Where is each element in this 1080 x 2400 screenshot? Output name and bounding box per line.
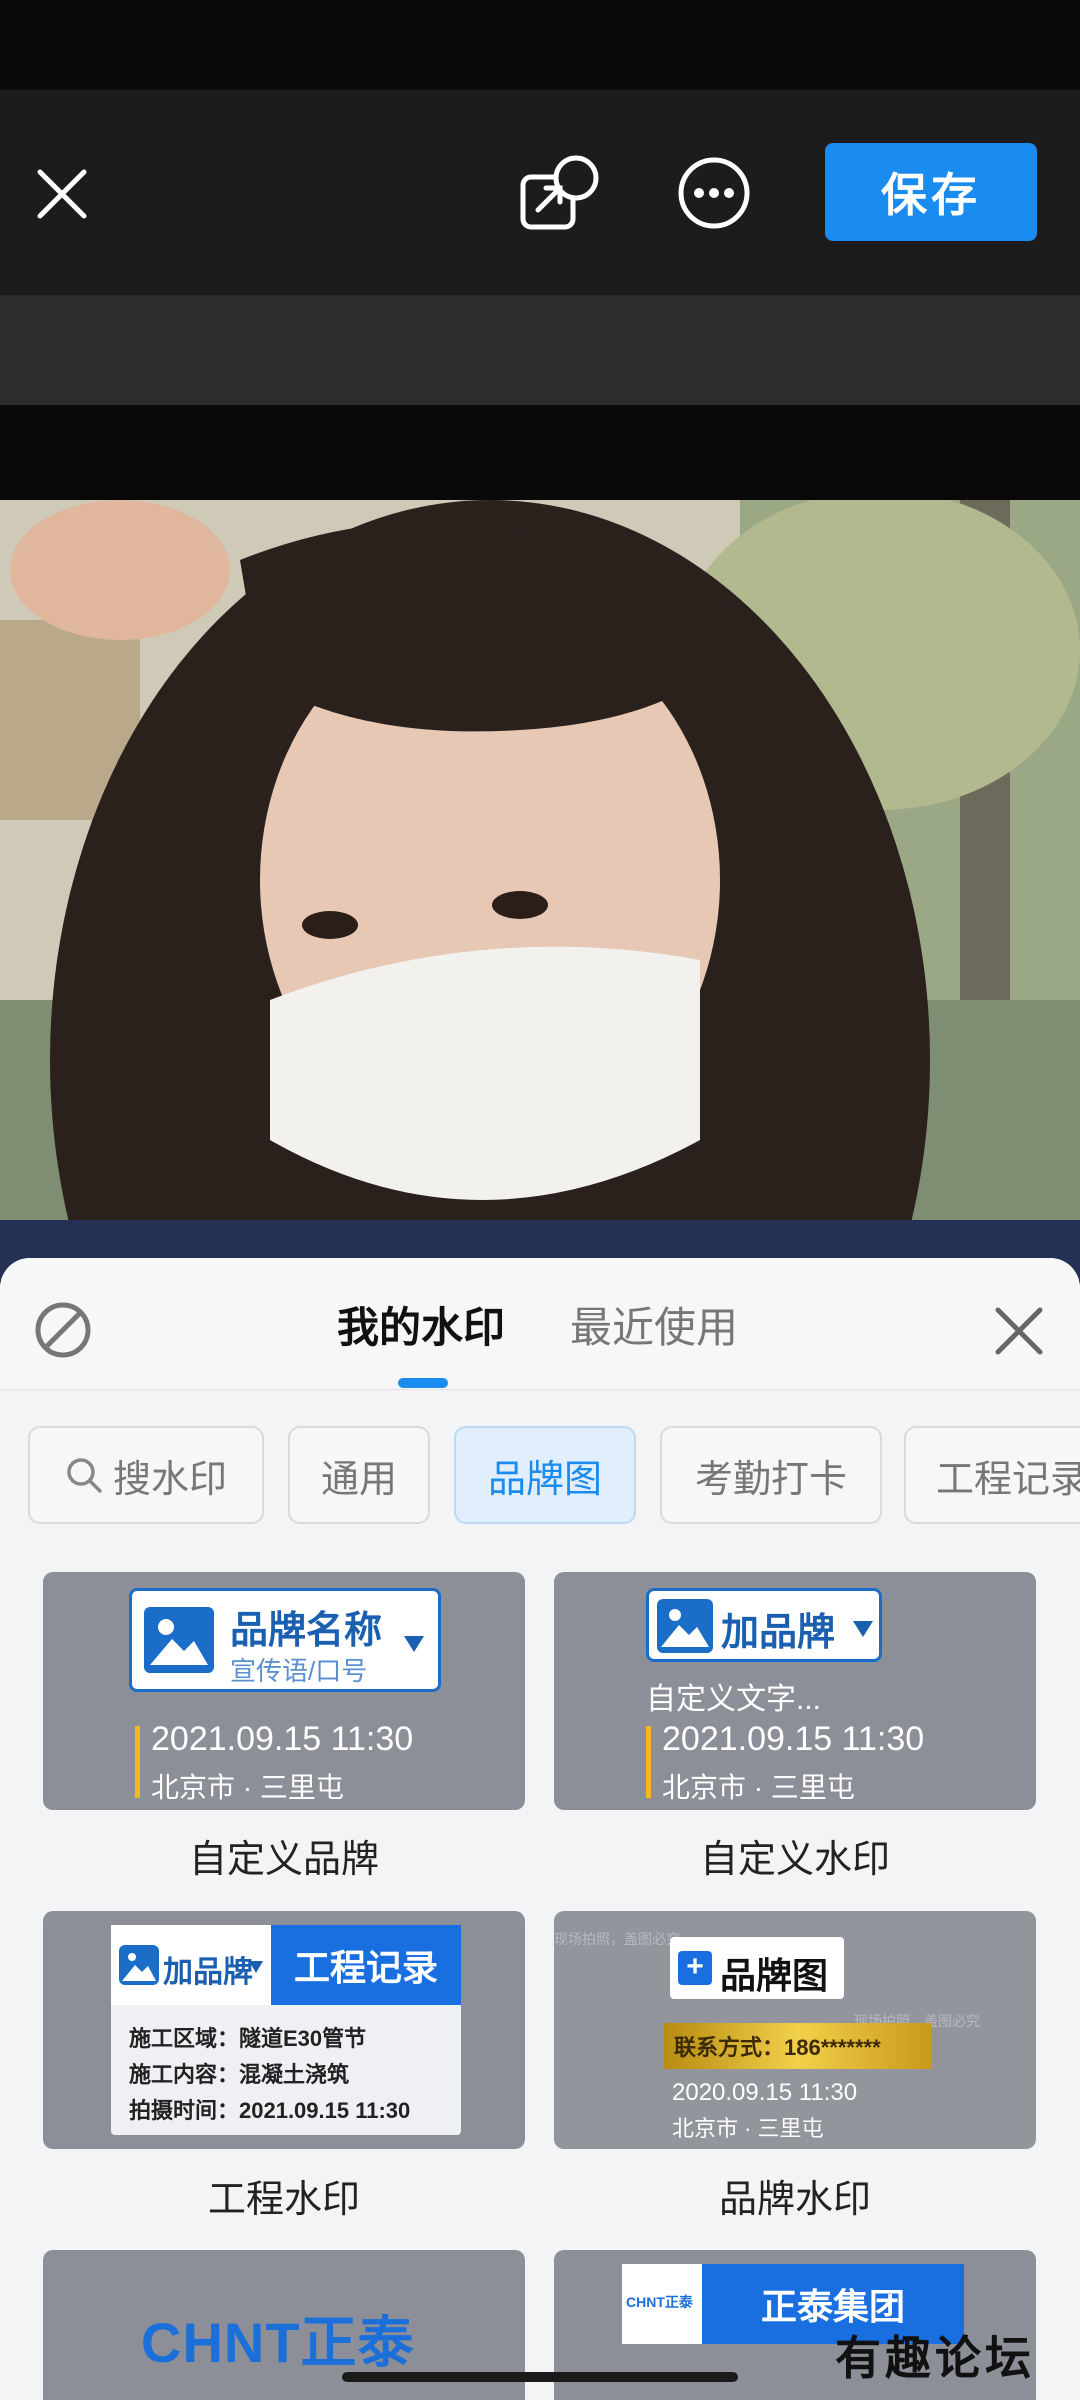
add-brand-box: 加品牌 [111,1925,271,2005]
add-brand-label: 加品牌 [163,1956,253,1989]
watermark-card-engineering[interactable]: 加品牌 工程记录 施工区域：隧道E30管节 施工内容：混凝土浇筑 拍摄时间：20… [43,1911,525,2149]
home-indicator[interactable] [342,2372,738,2382]
brand-name: 品牌名称 [230,1610,383,1652]
panel-header: 我的水印 最近使用 [0,1258,1080,1390]
dropdown-icon [249,1961,263,1973]
image-icon [657,1599,713,1653]
share-external-icon[interactable] [518,152,600,234]
close-panel-icon[interactable] [990,1302,1048,1360]
photo-illustration [0,500,1080,1280]
engineering-sheet: 加品牌 工程记录 施工区域：隧道E30管节 施工内容：混凝土浇筑 拍摄时间：20… [111,1925,461,2135]
category-chips: 搜水印 通用 品牌图 考勤打卡 工程记录 [28,1426,1080,1526]
image-icon [144,1607,214,1673]
chip-engineering[interactable]: 工程记录 [904,1426,1080,1524]
company-logo-small: CHNT正泰 [626,2294,693,2310]
dropdown-icon [404,1636,424,1652]
card-caption: 品牌水印 [718,2179,871,2221]
close-icon[interactable] [34,166,90,222]
custom-text: 自定义文字... [646,1683,822,1716]
card-date: 2020.09.15 11:30 [672,2079,858,2106]
brand-box: 品牌名称 宣传语/口号 [129,1588,441,1692]
search-icon [67,1458,102,1493]
brand-image-box: + 品牌图 [670,1937,844,1999]
search-watermark-chip[interactable]: 搜水印 [28,1426,264,1524]
watermark-panel: 我的水印 最近使用 搜水印 通用 品牌图 考勤打卡 工程记录 品牌名称 宣传语/… [0,1258,1080,2400]
construction-area: 施工区域：隧道E30管节 [129,2026,367,2051]
plus-icon: + [678,1951,712,1985]
card-date: 2021.09.15 11:30 [151,1720,414,1758]
no-watermark-icon[interactable] [34,1301,92,1359]
card-location: 北京市 · 三里屯 [662,1772,855,1803]
watermark-card-custom-watermark[interactable]: 加品牌 自定义文字... 2021.09.15 11:30 北京市 · 三里屯 [554,1572,1036,1810]
brand-slogan: 宣传语/口号 [230,1656,368,1686]
card-caption: 自定义品牌 [188,1839,379,1881]
accent-bar [135,1726,140,1798]
background-text: 现场拍照，盖图必究 [554,1931,680,1947]
engineering-tag: 工程记录 [271,1925,461,2005]
tab-indicator [398,1378,448,1388]
logo-box: CHNT正泰 [622,2264,702,2344]
shooting-time: 拍摄时间：2021.09.15 11:30 [129,2098,411,2123]
watermark-card-brand[interactable]: 现场拍照，盖图必究 现场拍照，盖图必究 + 品牌图 联系方式：186******… [554,1911,1036,2149]
card-location: 北京市 · 三里屯 [151,1772,344,1803]
chip-attendance[interactable]: 考勤打卡 [660,1426,882,1524]
selfie-photo [0,500,1080,1280]
tab-recently-used[interactable]: 最近使用 [570,1298,738,1358]
card-location: 北京市 · 三里屯 [672,2116,824,2141]
save-button[interactable]: 保存 [825,143,1037,241]
dropdown-icon [853,1621,873,1637]
search-placeholder: 搜水印 [112,1458,227,1501]
toolbar-spacer [0,295,1080,405]
card-caption: 自定义水印 [699,1839,890,1881]
add-brand-box: 加品牌 [646,1588,882,1662]
construction-content: 施工内容：混凝土浇筑 [129,2062,350,2087]
more-options-icon[interactable] [677,156,751,230]
image-icon [119,1945,159,1985]
accent-bar [646,1726,651,1798]
company-logo: CHNT正泰 [141,2311,415,2374]
card-date: 2021.09.15 11:30 [662,1720,925,1758]
add-brand-label: 加品牌 [721,1612,836,1654]
tab-my-watermark[interactable]: 我的水印 [337,1298,505,1358]
status-bar [0,0,1080,90]
watermark-card-custom-brand[interactable]: 品牌名称 宣传语/口号 2021.09.15 11:30 北京市 · 三里屯 [43,1572,525,1810]
brand-image-label: 品牌图 [720,1955,829,1996]
forum-watermark: 有趣论坛 [835,2331,1035,2385]
contact-banner: 联系方式：186******* [664,2023,932,2069]
canvas-margin [0,405,1080,500]
card-caption: 工程水印 [207,2179,360,2221]
chip-general[interactable]: 通用 [288,1426,430,1524]
chip-brand[interactable]: 品牌图 [454,1426,636,1524]
